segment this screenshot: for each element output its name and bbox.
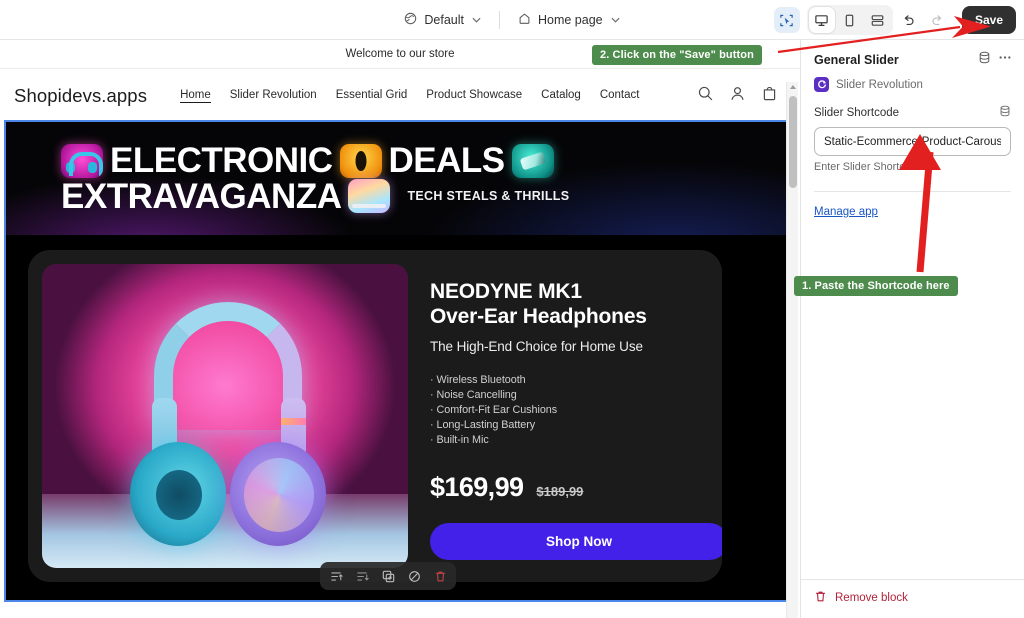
panel-footer: Remove block [801,579,1024,618]
shortcode-input[interactable] [814,127,1011,156]
nav-item-catalog[interactable]: Catalog [541,89,581,102]
shortcode-field-section: Slider Shortcode Enter Slider Shortcode [801,104,1024,192]
product-feature: · Built-in Mic [430,433,489,446]
page-selector-label: Home page [537,13,603,27]
banner-line-1: ELECTRONIC DEALS [61,143,794,179]
topbar-actions: Save [773,0,1016,40]
save-button[interactable]: Save [961,6,1016,34]
redo-icon [925,7,951,33]
nav-item-slider-revolution[interactable]: Slider Revolution [230,89,317,102]
remove-block-button[interactable]: Remove block [814,590,1011,606]
product-image [42,264,408,568]
hide-icon[interactable] [407,569,421,583]
chevron-down-icon [472,15,481,25]
slider-revolution-icon [814,77,829,92]
product-title-line1: NEODYNE MK1 [430,280,582,303]
topbar-divider [498,11,500,29]
chevron-down-icon [611,15,620,25]
nav-item-contact[interactable]: Contact [600,89,640,102]
manage-app-link[interactable]: Manage app [814,206,1011,218]
store-nav: Home Slider Revolution Essential Grid Pr… [180,89,639,103]
trash-icon [814,590,827,606]
nav-item-home[interactable]: Home [180,89,211,103]
product-price: $169,99 [430,471,524,502]
storefront-header: Shopidevs.apps Home Slider Revolution Es… [0,69,800,122]
banner-text-deals: DEALS [388,140,506,180]
product-slide-card: NEODYNE MK1 Over-Ear Headphones The High… [28,250,722,582]
headphone-thumb-icon [61,143,103,178]
banner-text-electronic: ELECTRONIC [110,140,333,180]
store-header-icons [697,85,786,107]
promo-banner: ELECTRONIC DEALS EXTRAVAGANZA TECH STEAL… [6,122,794,235]
preview-canvas: Welcome to our store Shopidevs.apps Home… [0,40,800,618]
remove-block-label: Remove block [835,592,908,604]
product-info: NEODYNE MK1 Over-Ear Headphones The High… [408,250,722,582]
product-subtitle: The High-End Choice for Home Use [430,338,643,354]
shortcode-help-text: Enter Slider Shortcode [814,161,923,173]
banner-text-extravaganza: EXTRAVAGANZA [61,176,342,216]
more-options-icon[interactable] [998,51,1012,69]
viewport-group [806,5,893,35]
account-icon[interactable] [729,85,746,107]
scroll-up-arrow-icon[interactable] [790,85,796,89]
theme-selector[interactable]: Default [396,8,489,32]
panel-header-actions [978,51,1012,69]
nav-item-essential-grid[interactable]: Essential Grid [336,89,408,102]
database-icon[interactable] [999,104,1011,122]
page-selector[interactable]: Home page [510,8,628,32]
product-title-line2: Over-Ear Headphones [430,304,647,328]
banner-line-2: EXTRAVAGANZA TECH STEALS & THRILLS [61,176,794,216]
store-logo[interactable]: Shopidevs.apps [14,85,147,107]
block-settings-panel: General Slider Slider Revolution Slider … [800,40,1024,618]
laptop-thumb-icon [348,179,391,214]
panel-title: General Slider [814,53,899,67]
panel-divider [814,191,1011,192]
editor-topbar: Default Home page Save [0,0,1024,40]
globe-icon [404,12,417,28]
shortcode-label-row: Slider Shortcode [814,104,1011,122]
product-pricing: $169,99 $189,99 [430,472,722,503]
delete-icon[interactable] [433,569,447,583]
duplicate-icon[interactable] [381,569,395,583]
panel-app-row: Slider Revolution [801,75,1024,104]
headphones-illustration [130,302,326,552]
banner-tagline: TECH STEALS & THRILLS [407,189,570,204]
search-icon[interactable] [697,85,714,107]
product-feature-list: · Wireless Bluetooth · Noise Cancelling … [430,374,722,446]
nav-item-product-showcase[interactable]: Product Showcase [426,89,522,102]
product-feature: · Long-Lasting Battery [430,418,536,431]
shortcode-label: Slider Shortcode [814,107,900,119]
panel-header: General Slider [801,40,1024,75]
editor-window: Default Home page Save Welcome to our st… [0,0,1024,618]
database-icon[interactable] [978,51,991,69]
scrollbar-thumb[interactable] [789,96,797,188]
panel-app-name: Slider Revolution [836,78,923,91]
split-view-icon[interactable] [865,7,891,33]
callout-step-1: 1. Paste the Shortcode here [794,276,958,296]
theme-selector-label: Default [424,13,464,27]
block-hover-toolbar [320,562,456,590]
shop-now-button[interactable]: Shop Now [430,522,722,560]
product-title: NEODYNE MK1 Over-Ear Headphones [430,280,722,330]
product-compare-price: $189,99 [536,483,584,499]
product-feature: · Noise Cancelling [430,388,517,401]
move-down-icon[interactable] [355,569,369,583]
home-icon [518,12,531,28]
slider-revolution-block[interactable]: ELECTRONIC DEALS EXTRAVAGANZA TECH STEAL… [4,120,796,602]
mobile-icon[interactable] [837,7,863,33]
speaker-thumb-icon [339,143,382,178]
product-feature: · Wireless Bluetooth [430,373,526,386]
callout-step-2: 2. Click on the "Save" button [592,45,762,65]
product-feature: · Comfort-Fit Ear Cushions [430,403,558,416]
cart-icon[interactable] [761,85,778,107]
move-up-icon[interactable] [329,569,343,583]
undo-icon[interactable] [896,7,922,33]
select-region-icon[interactable] [773,7,800,33]
desktop-icon[interactable] [808,7,835,33]
gadget-thumb-icon [511,143,554,178]
canvas-scrollbar[interactable] [786,82,798,618]
